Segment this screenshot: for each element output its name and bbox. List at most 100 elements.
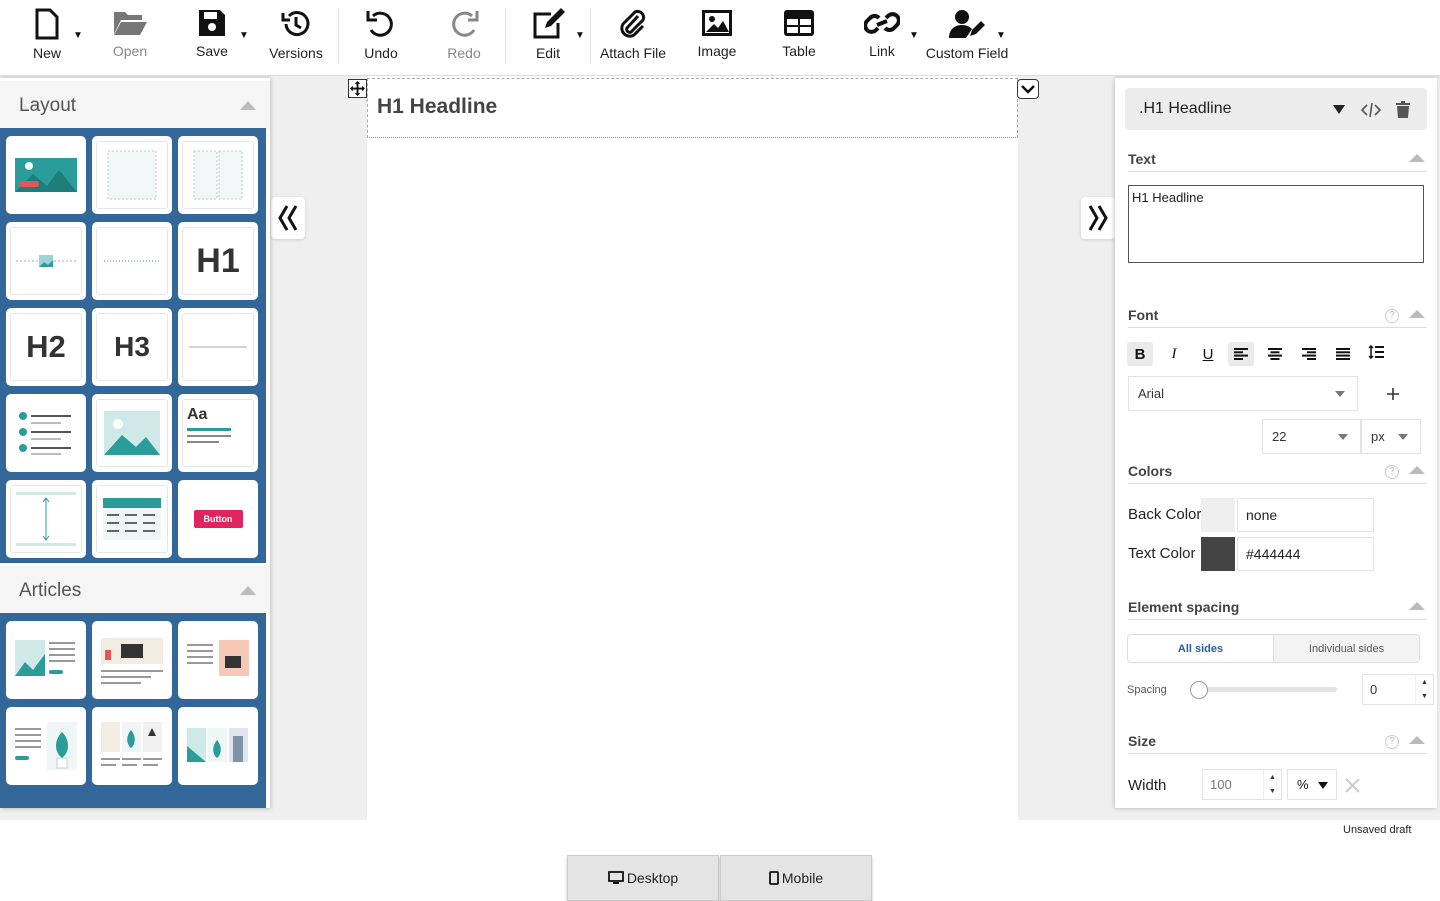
collapse-up-icon[interactable]	[240, 586, 256, 595]
align-center-button[interactable]	[1262, 342, 1288, 366]
h1-headline-block[interactable]: H1 Headline	[367, 78, 1018, 138]
block-options-dropdown[interactable]	[1017, 79, 1039, 99]
width-unit-select[interactable]: %	[1287, 769, 1337, 800]
undo-button[interactable]: Undo	[362, 0, 400, 76]
selected-element-header[interactable]: .H1 Headline	[1125, 88, 1427, 130]
tile-spacer[interactable]	[6, 480, 86, 558]
edit-dropdown-caret[interactable]: ▼	[575, 30, 585, 41]
tile-h2[interactable]: H2	[6, 308, 86, 386]
layout-section-header[interactable]: Layout	[0, 81, 270, 131]
trash-icon[interactable]	[1396, 101, 1410, 118]
tile-container[interactable]	[92, 136, 172, 214]
help-icon[interactable]: ?	[1385, 465, 1399, 479]
spacing-slider-handle[interactable]	[1190, 681, 1208, 699]
line-height-button[interactable]	[1363, 340, 1389, 364]
back-color-input[interactable]: none	[1237, 498, 1374, 532]
tile-divider-dots[interactable]	[92, 222, 172, 300]
image-button[interactable]: Image	[696, 0, 738, 76]
tile-article-three-images[interactable]	[92, 707, 172, 785]
tile-two-columns[interactable]	[178, 136, 258, 214]
close-icon[interactable]	[1345, 778, 1360, 793]
tile-button[interactable]: Button	[178, 480, 258, 558]
align-justify-button[interactable]	[1330, 342, 1356, 366]
open-button[interactable]: Open	[108, 0, 152, 76]
font-section-title: Font	[1128, 307, 1159, 323]
landscape-icon	[104, 411, 160, 455]
individual-sides-tab[interactable]: Individual sides	[1273, 635, 1419, 662]
new-button[interactable]: New	[28, 0, 66, 76]
text-section-header[interactable]: Text	[1128, 148, 1427, 172]
font-size-select[interactable]: 22	[1262, 419, 1361, 454]
collapse-up-icon[interactable]	[1409, 154, 1425, 162]
tile-h1[interactable]: H1	[178, 222, 258, 300]
collapse-up-icon[interactable]	[1409, 466, 1425, 474]
text-color-input[interactable]: #444444	[1237, 537, 1374, 571]
desktop-view-button[interactable]: Desktop	[567, 855, 719, 901]
redo-button[interactable]: Redo	[445, 0, 483, 76]
mobile-view-button[interactable]: Mobile	[720, 855, 872, 901]
tile-image[interactable]	[92, 394, 172, 472]
element-spacing-section-title: Element spacing	[1128, 599, 1240, 615]
align-right-button[interactable]	[1296, 342, 1322, 366]
collapse-up-icon[interactable]	[240, 101, 256, 110]
tile-article-gallery[interactable]	[178, 707, 258, 785]
spacing-number-input[interactable]: 0 ▲ ▼	[1362, 674, 1434, 705]
spinner-arrows[interactable]: ▲ ▼	[1415, 675, 1433, 704]
save-dropdown-caret[interactable]: ▼	[239, 30, 249, 41]
tile-article-image-left[interactable]	[6, 621, 86, 699]
bold-button[interactable]: B	[1127, 342, 1153, 366]
link-button[interactable]: Link	[862, 0, 902, 76]
tile-article-image-right[interactable]	[178, 621, 258, 699]
editor-page[interactable]	[367, 76, 1018, 820]
attach-file-button[interactable]: Attach File	[600, 0, 666, 76]
back-color-swatch[interactable]	[1201, 498, 1235, 532]
help-icon[interactable]: ?	[1385, 309, 1399, 323]
element-spacing-section-header[interactable]: Element spacing	[1128, 596, 1427, 620]
tile-image-banner[interactable]	[6, 136, 86, 214]
spacing-slider-track[interactable]	[1197, 687, 1337, 692]
tile-table[interactable]	[92, 480, 172, 558]
help-icon[interactable]: ?	[1385, 735, 1399, 749]
collapse-up-icon[interactable]	[1409, 310, 1425, 318]
link-dropdown-caret[interactable]: ▼	[909, 30, 919, 41]
tile-horizontal-rule[interactable]	[178, 308, 258, 386]
table-button[interactable]: Table	[780, 0, 818, 76]
edit-button[interactable]: Edit	[530, 0, 566, 76]
caret-down-icon	[1398, 433, 1408, 440]
text-color-swatch[interactable]	[1201, 537, 1235, 571]
plus-icon[interactable]	[1386, 387, 1400, 401]
tile-article-image-top[interactable]	[92, 621, 172, 699]
tile-article-plant-right[interactable]	[6, 707, 86, 785]
tile-h3[interactable]: H3	[92, 308, 172, 386]
collapse-up-icon[interactable]	[1409, 602, 1425, 610]
collapse-right-panel-button[interactable]	[1081, 197, 1115, 239]
text-content-input[interactable]: H1 Headline	[1128, 185, 1424, 263]
versions-button[interactable]: Versions	[268, 0, 324, 76]
font-family-select[interactable]: Arial	[1128, 376, 1358, 411]
all-sides-tab[interactable]: All sides	[1128, 635, 1273, 662]
font-unit-select[interactable]: px	[1361, 419, 1421, 454]
tile-image-small[interactable]	[6, 222, 86, 300]
save-button[interactable]: Save	[195, 0, 229, 76]
h1-headline-text[interactable]: H1 Headline	[377, 95, 497, 119]
spinner-arrows[interactable]: ▲ ▼	[1263, 770, 1281, 799]
collapse-up-icon[interactable]	[1409, 736, 1425, 744]
align-left-button[interactable]	[1228, 342, 1254, 366]
tile-text[interactable]: Aa	[178, 394, 258, 472]
collapse-left-panel-button[interactable]	[271, 197, 305, 239]
articles-section-header[interactable]: Articles	[0, 566, 270, 616]
font-section-header[interactable]: Font ?	[1128, 304, 1427, 328]
tile-checklist[interactable]	[6, 394, 86, 472]
size-section-header[interactable]: Size ?	[1128, 730, 1427, 754]
italic-button[interactable]: I	[1161, 342, 1187, 366]
spacer-icon	[16, 492, 76, 546]
width-number-input[interactable]: 100 ▲ ▼	[1202, 769, 1282, 800]
article-layout-icon	[15, 640, 75, 676]
code-icon[interactable]	[1361, 102, 1381, 118]
colors-section-header[interactable]: Colors ?	[1128, 460, 1427, 484]
move-handle[interactable]	[348, 79, 367, 98]
new-dropdown-caret[interactable]: ▼	[73, 30, 83, 41]
custom-field-dropdown-caret[interactable]: ▼	[996, 30, 1006, 41]
caret-down-icon[interactable]	[1333, 105, 1345, 114]
underline-button[interactable]: U	[1195, 342, 1221, 366]
